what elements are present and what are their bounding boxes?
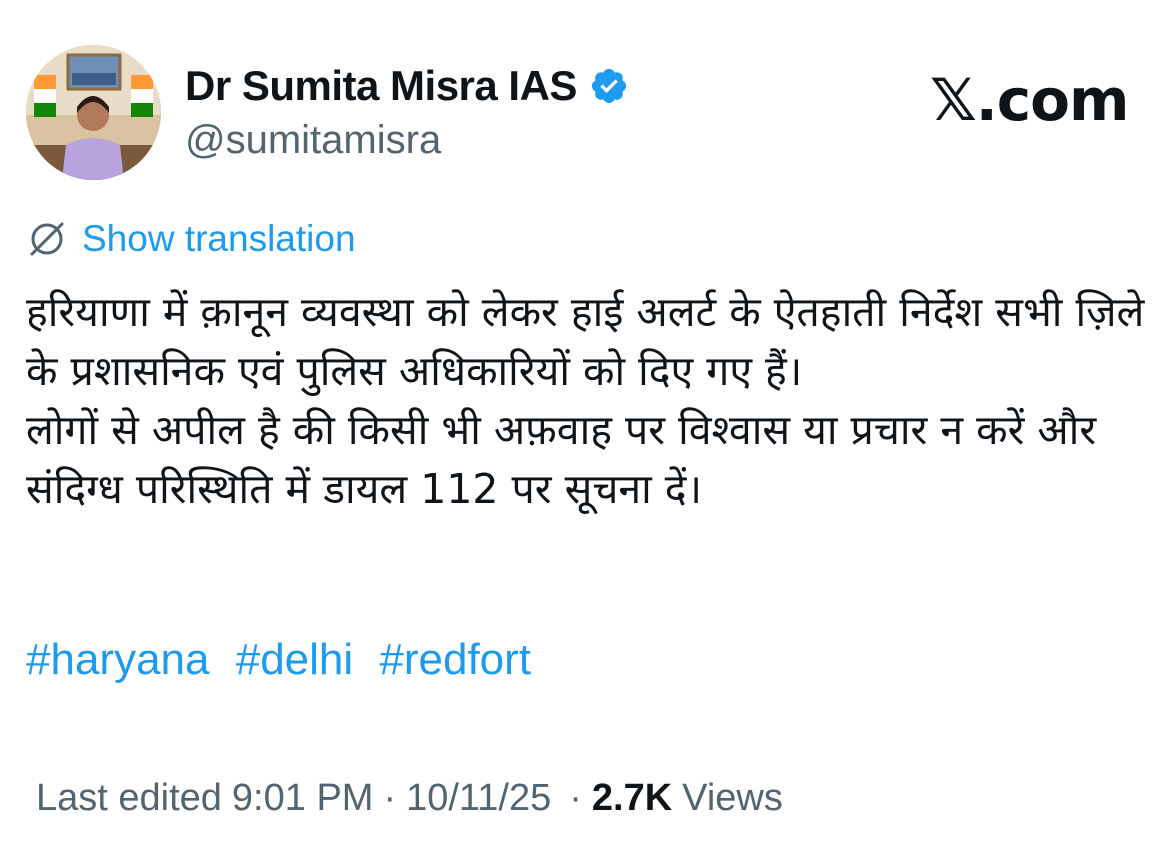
views-label: Views [682,777,783,819]
tweet-time[interactable]: 9:01 PM [232,777,374,820]
meta-separator: · [383,777,397,819]
tweet-meta: Last edited 9:01 PM · 10/11/25 · 2.7K Vi… [36,777,783,820]
tweet-date[interactable]: 10/11/25 [406,777,551,820]
verified-badge-icon [589,66,629,106]
author-handle[interactable]: @sumitamisra [185,118,441,163]
tweet-text: हरियाणा में क़ानून व्यवस्था को लेकर हाई … [26,283,1151,519]
tweet-header: Dr Sumita Misra IAS @sumitamisra 𝕏.com [0,0,1170,190]
author-display-name[interactable]: Dr Sumita Misra IAS [185,62,577,110]
tweet-paragraph-2: लोगों से अपील है की किसी भी अफ़वाह पर वि… [26,406,1097,513]
avatar[interactable] [26,45,161,180]
meta-separator-2: · [569,777,582,819]
globe-slash-icon [26,218,68,260]
hashtag-list: #haryana #delhi #redfort [26,635,545,685]
show-translation-label[interactable]: Show translation [82,218,356,260]
tweet-paragraph-1: हरियाणा में क़ानून व्यवस्था को लेकर हाई … [26,288,1145,395]
show-translation-button[interactable]: Show translation [26,218,356,260]
hashtag-redfort[interactable]: #redfort [379,635,531,684]
views-count: 2.7K [591,777,673,819]
x-logo: 𝕏.com [930,66,1129,134]
hashtag-haryana[interactable]: #haryana [26,635,209,684]
author-name-row: Dr Sumita Misra IAS [185,62,629,110]
edited-label[interactable]: Last edited [36,777,222,820]
hashtag-delhi[interactable]: #delhi [236,635,353,684]
